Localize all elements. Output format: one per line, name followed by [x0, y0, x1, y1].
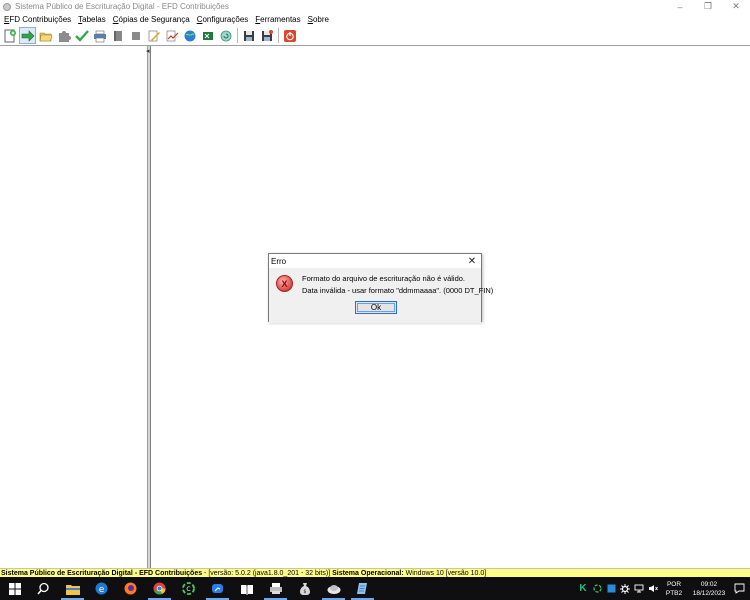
clock-date: 18/12/2023: [692, 589, 726, 597]
menu-sobre[interactable]: Sobre: [305, 15, 332, 24]
toolbar: [0, 26, 750, 46]
network-icon[interactable]: [632, 577, 646, 600]
sped-icon[interactable]: [319, 577, 348, 600]
menu-tabelas[interactable]: Tabelas: [75, 15, 109, 24]
print-icon[interactable]: [91, 27, 108, 44]
refresh-icon[interactable]: [217, 27, 234, 44]
collapse-arrow-icon[interactable]: ◂: [146, 47, 150, 55]
stop-icon[interactable]: [127, 27, 144, 44]
money-bag-icon[interactable]: $: [290, 577, 319, 600]
notification-center-icon[interactable]: [728, 577, 750, 600]
toolbar-separator: [278, 28, 279, 43]
status-bar: Sistema Público de Escrituração Digital …: [0, 568, 750, 577]
clock-time: 09:02: [700, 580, 718, 588]
puzzle-icon[interactable]: [55, 27, 72, 44]
error-message-line-1: Formato do arquivo de escrituração não é…: [302, 274, 466, 283]
status-version: - [versão: 5.0.2 (java1.8.0_201 - 32 bit…: [202, 570, 333, 577]
menu-copias-de-seguranca[interactable]: Cópias de Segurança: [110, 15, 193, 24]
chrome-icon[interactable]: [145, 577, 174, 600]
windows-start-icon[interactable]: [0, 577, 29, 600]
firefox-icon[interactable]: [116, 577, 145, 600]
window-controls: – ❐ ✕: [666, 0, 750, 13]
navigation-tree-pane[interactable]: [0, 46, 148, 568]
search-icon[interactable]: [29, 577, 58, 600]
validate-check-icon[interactable]: [73, 27, 90, 44]
error-dialog: Erro ✕ X Formato do arquivo de escritura…: [268, 253, 493, 323]
tray-gear-icon[interactable]: [618, 577, 632, 600]
clock[interactable]: 09:02 18/12/2023: [690, 580, 728, 598]
menu-bar: EFD Contribuições Tabelas Cópias de Segu…: [0, 13, 750, 26]
kaspersky-icon[interactable]: K: [576, 577, 590, 600]
title-bar: Sistema Público de Escrituração Digital …: [0, 0, 750, 13]
signature-icon[interactable]: [163, 27, 180, 44]
new-document-icon[interactable]: [1, 27, 18, 44]
reader-icon[interactable]: [232, 577, 261, 600]
svg-text:$: $: [303, 589, 306, 595]
error-message-line-2: Data inválida - usar formato "ddmmaaaa".…: [302, 286, 494, 295]
svg-text:e: e: [99, 585, 105, 595]
edge-icon[interactable]: e: [87, 577, 116, 600]
svg-text:C: C: [186, 586, 190, 593]
error-icon: X: [276, 275, 293, 292]
teams-icon[interactable]: [203, 577, 232, 600]
exit-icon[interactable]: [281, 27, 298, 44]
save-icon[interactable]: [240, 27, 257, 44]
tray-app-green-icon[interactable]: [590, 577, 604, 600]
menu-configuracoes[interactable]: Configurações: [194, 15, 252, 24]
web-globe-icon[interactable]: [181, 27, 198, 44]
window-title: Sistema Público de Escrituração Digital …: [15, 2, 229, 11]
tray-blue-app-icon[interactable]: [604, 577, 618, 600]
volume-icon[interactable]: [646, 577, 660, 600]
dialog-close-icon[interactable]: ✕: [466, 255, 478, 267]
menu-efd-contribuicoes[interactable]: EFD Contribuições: [1, 15, 74, 24]
excel-icon[interactable]: [199, 27, 216, 44]
save-as-icon[interactable]: [258, 27, 275, 44]
open-folder-icon[interactable]: [37, 27, 54, 44]
minimize-button[interactable]: –: [666, 0, 694, 13]
printer-icon[interactable]: [261, 577, 290, 600]
taskbar: e C $ K POR PTB2 09:02 18/12/2023: [0, 577, 750, 600]
status-app-label: Sistema Público de Escrituração Digital …: [1, 570, 203, 577]
menu-ferramentas[interactable]: Ferramentas: [252, 15, 303, 24]
language-code: POR: [666, 580, 682, 588]
status-os-label: Sistema Operacional:: [332, 570, 404, 577]
import-arrow-icon[interactable]: [19, 27, 36, 44]
notes-icon[interactable]: [348, 577, 377, 600]
edit-document-icon[interactable]: [145, 27, 162, 44]
dialog-body: X Formato do arquivo de escrituração não…: [269, 268, 493, 323]
app-green-icon[interactable]: C: [174, 577, 203, 600]
ok-button[interactable]: Ok: [355, 301, 397, 314]
dialog-title: Erro: [271, 256, 287, 266]
file-explorer-icon[interactable]: [58, 577, 87, 600]
close-window-button[interactable]: ✕: [722, 0, 750, 13]
input-language[interactable]: POR PTB2: [664, 580, 684, 598]
dialog-title-bar: Erro: [269, 254, 481, 268]
maximize-button[interactable]: ❐: [694, 0, 722, 13]
app-icon: [3, 2, 11, 11]
keyboard-layout: PTB2: [665, 589, 683, 597]
system-tray: K POR PTB2 09:02 18/12/2023: [576, 577, 750, 600]
book-icon[interactable]: [109, 27, 126, 44]
toolbar-separator: [237, 28, 238, 43]
status-os-value: Windows 10 [versão 10.0]: [403, 570, 487, 577]
